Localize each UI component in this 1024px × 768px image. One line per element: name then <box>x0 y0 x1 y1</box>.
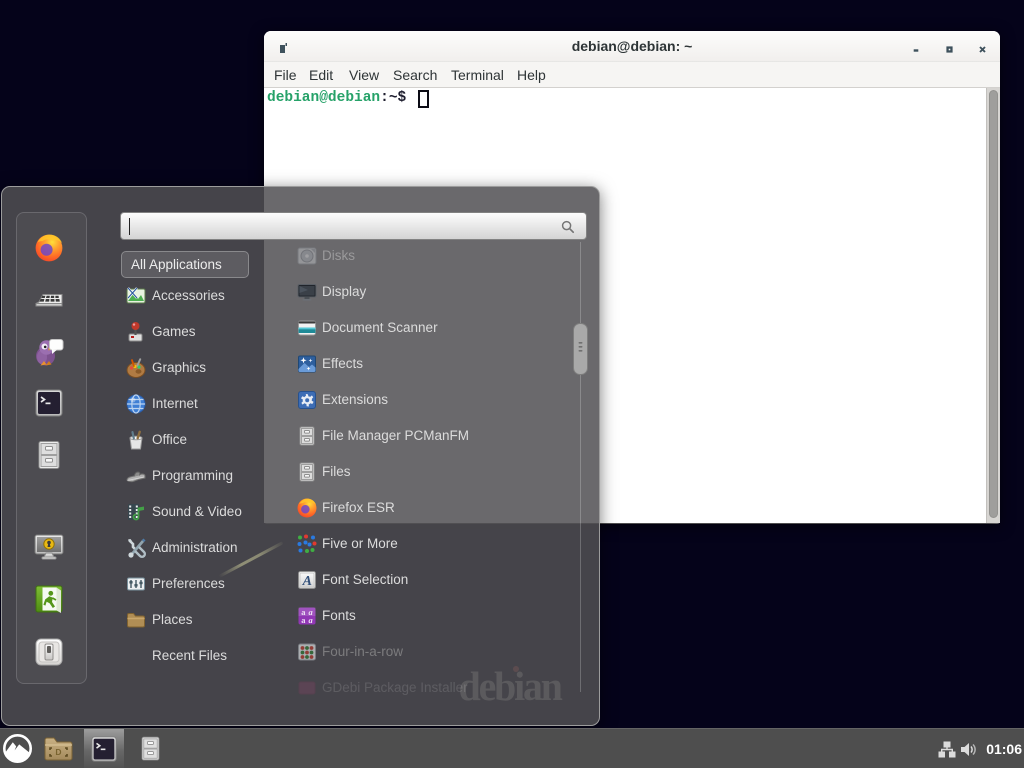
svg-text:D: D <box>55 747 61 757</box>
svg-text:a: a <box>309 616 313 625</box>
svg-text:A: A <box>302 574 312 589</box>
